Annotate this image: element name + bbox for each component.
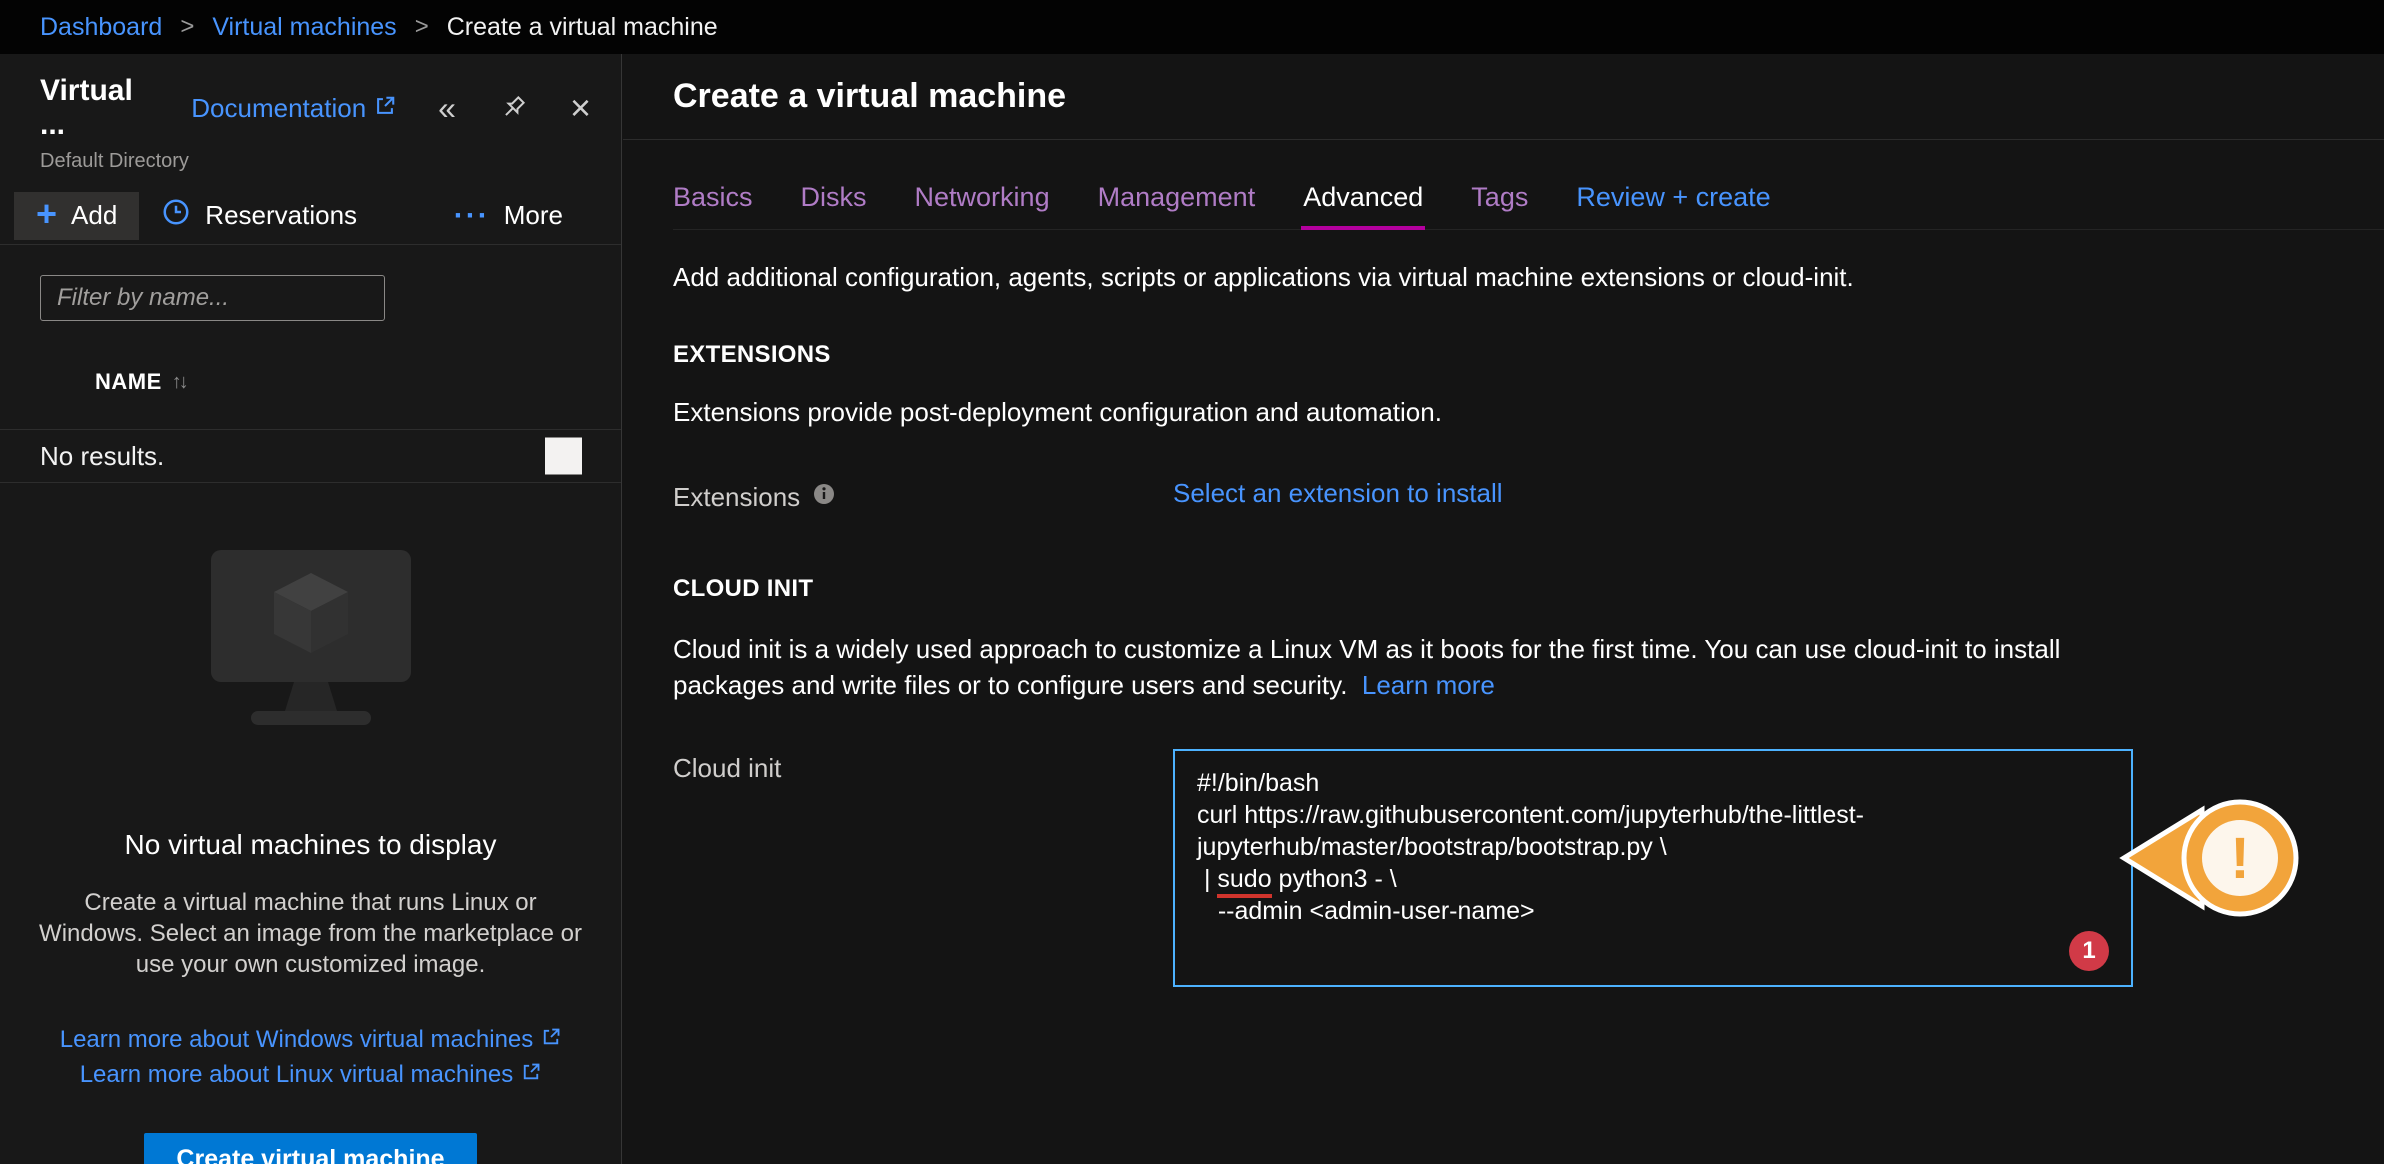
code-line: #!/bin/bash xyxy=(1197,767,2109,799)
learn-more-link[interactable]: Learn more xyxy=(1362,670,1495,700)
pin-icon[interactable] xyxy=(498,93,528,123)
external-link-icon xyxy=(374,93,396,124)
breadcrumb-current: Create a virtual machine xyxy=(447,13,718,42)
azure-portal: Dashboard > Virtual machines > Create a … xyxy=(0,0,2384,1164)
cloud-init-field-row: Cloud init #!/bin/bash curl https://raw.… xyxy=(673,749,2384,987)
page-title: Create a virtual machine xyxy=(673,77,1066,116)
advanced-intro-text: Add additional configuration, agents, sc… xyxy=(673,262,2384,293)
breadcrumb-dashboard[interactable]: Dashboard xyxy=(40,13,162,42)
empty-state-description: Create a virtual machine that runs Linux… xyxy=(31,887,591,980)
code-line: jupyterhub/master/bootstrap/bootstrap.py… xyxy=(1197,831,2109,863)
learn-windows-link-label: Learn more about Windows virtual machine… xyxy=(60,1026,534,1054)
sort-icon[interactable]: ↑↓ xyxy=(172,371,186,394)
close-blade-icon[interactable]: × xyxy=(570,90,591,126)
tab-disks[interactable]: Disks xyxy=(801,182,867,213)
code-line: --admin <admin-user-name> xyxy=(1197,895,2109,927)
blade-title: Virtual ... xyxy=(40,74,161,142)
learn-windows-link[interactable]: Learn more about Windows virtual machine… xyxy=(60,1026,562,1054)
reservations-button[interactable]: Reservations xyxy=(139,192,379,240)
cloud-init-heading: CLOUD INIT xyxy=(673,575,2384,603)
add-button-label: Add xyxy=(71,200,117,231)
extensions-heading: EXTENSIONS xyxy=(673,341,2384,369)
breadcrumb-separator: > xyxy=(180,13,194,41)
clock-icon xyxy=(161,197,191,234)
extensions-field-row: Extensions Select an extension to instal… xyxy=(673,478,2384,513)
blade-header: Create a virtual machine xyxy=(623,54,2384,140)
create-vm-blade: Create a virtual machine Basics Disks Ne… xyxy=(623,54,2384,1164)
vm-list-header: NAME ↑↓ xyxy=(0,369,621,395)
misspelled-word: sudo xyxy=(1217,865,1271,898)
external-link-icon xyxy=(521,1061,541,1089)
breadcrumb-separator: > xyxy=(415,13,429,41)
documentation-link[interactable]: Documentation xyxy=(191,93,396,124)
code-line: curl https://raw.githubusercontent.com/j… xyxy=(1197,799,2109,831)
tab-tags[interactable]: Tags xyxy=(1471,182,1528,213)
blade-header: Virtual ... Documentation « xyxy=(0,54,621,173)
create-virtual-machine-button[interactable]: Create virtual machine xyxy=(144,1133,476,1164)
tab-advanced[interactable]: Advanced xyxy=(1303,182,1423,213)
no-results-text: No results. xyxy=(40,441,164,472)
empty-state-title: No virtual machines to display xyxy=(125,829,497,861)
cloud-init-description: Cloud init is a widely used approach to … xyxy=(673,631,2083,703)
row-checkbox[interactable] xyxy=(545,438,582,475)
empty-state: No virtual machines to display Create a … xyxy=(0,483,621,1164)
documentation-link-label: Documentation xyxy=(191,93,366,124)
tab-management[interactable]: Management xyxy=(1098,182,1256,213)
tab-review-create[interactable]: Review + create xyxy=(1576,182,1770,213)
vm-monitor-icon xyxy=(206,545,416,745)
learn-linux-link-label: Learn more about Linux virtual machines xyxy=(80,1061,514,1089)
select-extension-link[interactable]: Select an extension to install xyxy=(1173,478,1503,509)
directory-label: Default Directory xyxy=(40,150,591,173)
filter-input[interactable] xyxy=(40,275,385,321)
collapse-blade-icon[interactable]: « xyxy=(438,92,456,124)
ellipsis-icon: ··· xyxy=(454,201,490,231)
cloud-init-field-label: Cloud init xyxy=(673,753,781,784)
breadcrumb: Dashboard > Virtual machines > Create a … xyxy=(0,0,2384,54)
learn-linux-link[interactable]: Learn more about Linux virtual machines xyxy=(60,1061,562,1089)
code-line: | sudo python3 - \ xyxy=(1197,863,2109,895)
no-results-row: No results. xyxy=(0,429,621,483)
tab-networking[interactable]: Networking xyxy=(915,182,1050,213)
blade-toolbar: + Add Reservations ··· More xyxy=(0,187,621,245)
extensions-field-label: Extensions xyxy=(673,482,800,513)
virtual-machines-blade: Virtual ... Documentation « xyxy=(0,54,622,1164)
extensions-description: Extensions provide post-deployment confi… xyxy=(673,397,2384,428)
external-link-icon xyxy=(541,1026,561,1054)
cloud-init-textarea[interactable]: #!/bin/bash curl https://raw.githubuserc… xyxy=(1173,749,2133,987)
info-icon[interactable] xyxy=(812,482,836,513)
step-badge: 1 xyxy=(2069,931,2109,971)
name-column-header[interactable]: NAME xyxy=(95,369,162,395)
add-button[interactable]: + Add xyxy=(14,192,139,240)
tab-basics[interactable]: Basics xyxy=(673,182,753,213)
plus-icon: + xyxy=(36,196,57,232)
tab-bar: Basics Disks Networking Management Advan… xyxy=(673,182,2384,230)
reservations-label: Reservations xyxy=(205,200,357,231)
breadcrumb-virtual-machines[interactable]: Virtual machines xyxy=(212,13,396,42)
more-button[interactable]: ··· More xyxy=(432,192,585,240)
more-button-label: More xyxy=(504,200,563,231)
